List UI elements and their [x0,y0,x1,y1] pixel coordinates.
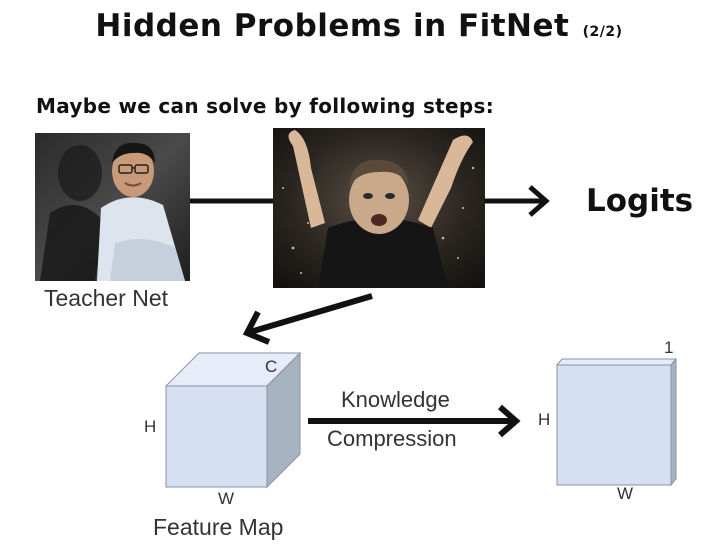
feature-map-w-label: W [218,489,235,508]
feature-map-h-label: H [144,417,157,436]
compressed-map [555,357,678,487]
compressed-map-w-label: W [617,484,634,503]
compressed-map-depth-label: 1 [664,338,674,357]
feature-map-cube [164,351,302,489]
diagram-arrows [164,185,678,489]
arrow-to-feature-map [242,293,373,345]
logits-label: Logits [586,183,694,219]
compressed-map-h-label: H [538,410,551,429]
feature-map-c-label: C [265,357,278,376]
compression-line2: Compression [327,426,457,451]
compression-line1: Knowledge [341,387,450,412]
feature-map-caption: Feature Map [153,514,284,540]
arrow-to-logits [485,185,550,217]
